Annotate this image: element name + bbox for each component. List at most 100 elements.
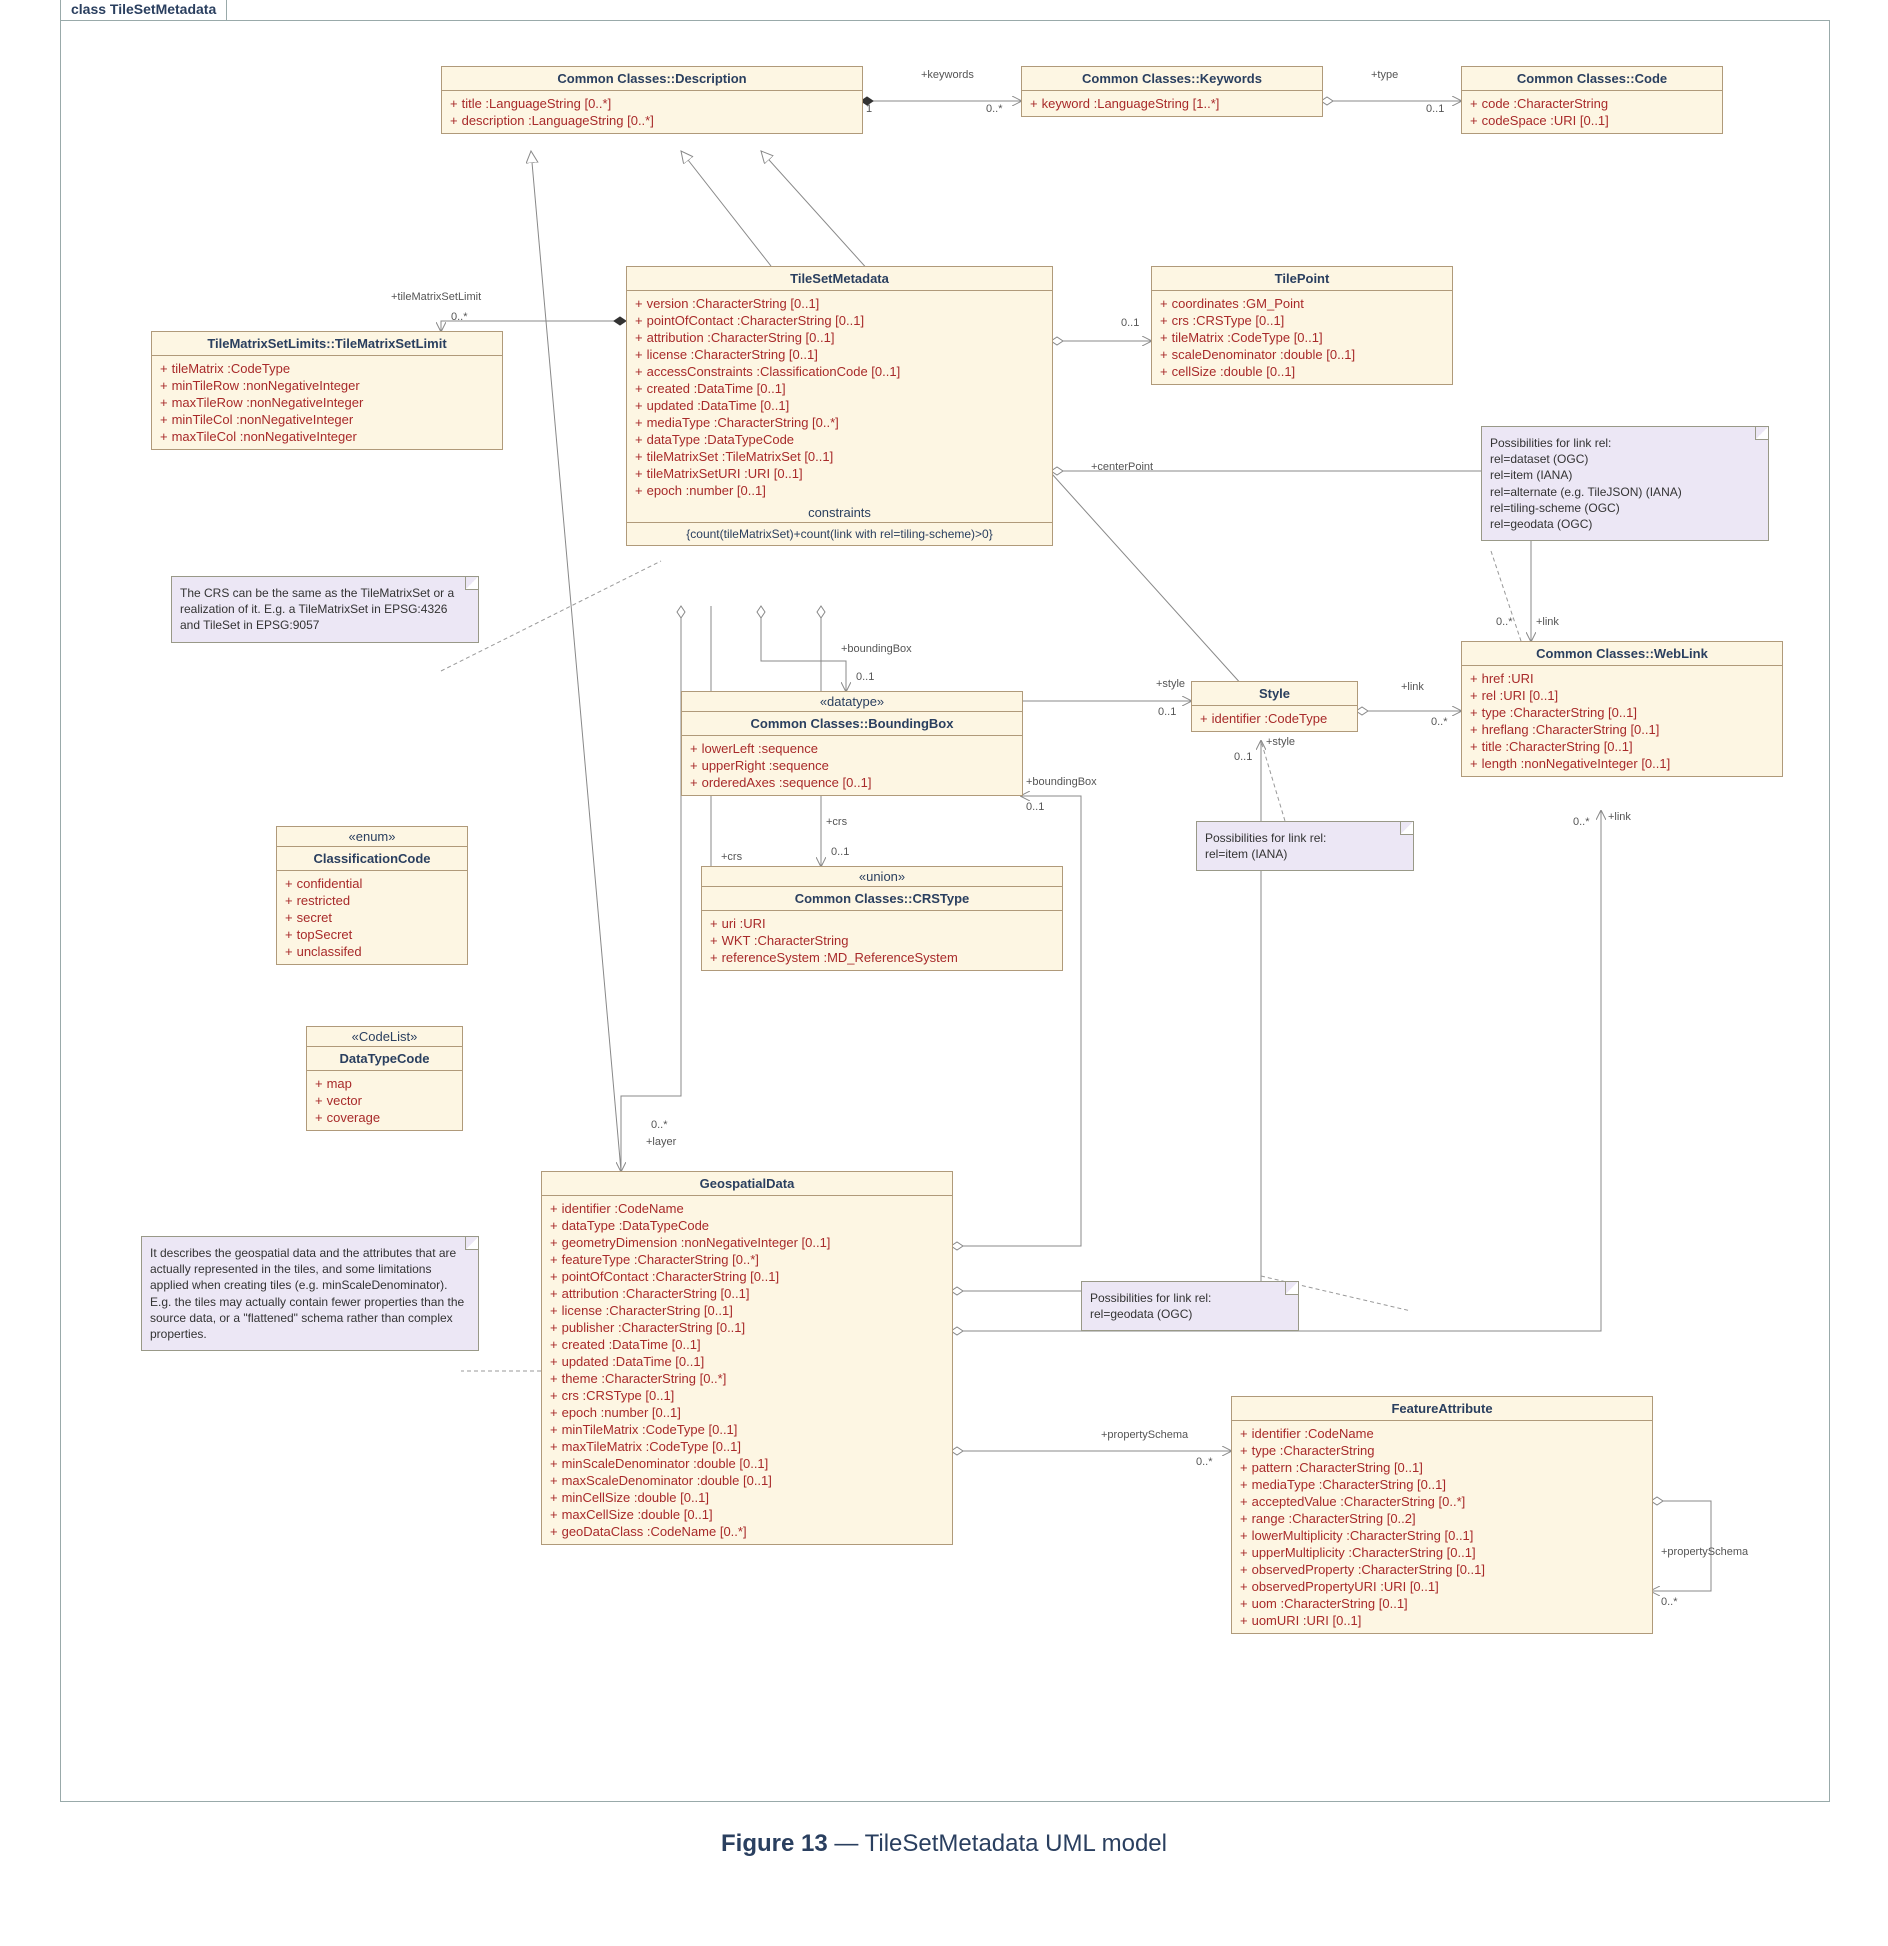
class-tilepoint: TilePoint +coordinates :GM_Point+crs :CR… bbox=[1151, 266, 1453, 385]
class-featureattribute: FeatureAttribute +identifier :CodeName+t… bbox=[1231, 1396, 1653, 1634]
class-attribute: +confidential bbox=[285, 875, 459, 892]
class-attribute: +hreflang :CharacterString [0..1] bbox=[1470, 721, 1774, 738]
class-attribute: +orderedAxes :sequence [0..1] bbox=[690, 774, 1014, 791]
class-attribute: +attribution :CharacterString [0..1] bbox=[550, 1285, 944, 1302]
label-centerpoint: +centerPoint bbox=[1091, 461, 1153, 473]
constraints-label: constraints bbox=[627, 503, 1052, 523]
mult-0s: 0..* bbox=[986, 103, 1003, 115]
class-attribute: +dataType :DataTypeCode bbox=[550, 1217, 944, 1234]
class-attribute: +minCellSize :double [0..1] bbox=[550, 1489, 944, 1506]
class-attribute: +featureType :CharacterString [0..*] bbox=[550, 1251, 944, 1268]
class-attribute: +uri :URI bbox=[710, 915, 1054, 932]
class-attribute: +type :CharacterString [0..1] bbox=[1470, 704, 1774, 721]
class-attribute: +code :CharacterString bbox=[1470, 95, 1714, 112]
class-attribute: +tileMatrix :CodeType bbox=[160, 360, 494, 377]
class-attribute: +unclassifed bbox=[285, 943, 459, 960]
mult-tmsl: 0..* bbox=[451, 311, 468, 323]
diagram-frame: class TileSetMetadata bbox=[60, 20, 1830, 1802]
class-attribute: +rel :URI [0..1] bbox=[1470, 687, 1774, 704]
note-link-rel: Possibilities for link rel: rel=dataset … bbox=[1481, 426, 1769, 541]
class-attribute: +license :CharacterString [0..1] bbox=[550, 1302, 944, 1319]
class-attribute: +length :nonNegativeInteger [0..1] bbox=[1470, 755, 1774, 772]
mult-crs2: 0..1 bbox=[831, 846, 849, 858]
class-attribute: +crs :CRSType [0..1] bbox=[550, 1387, 944, 1404]
caption-text: TileSetMetadata UML model bbox=[865, 1830, 1167, 1857]
mult-bbox: 0..1 bbox=[856, 671, 874, 683]
class-attribute: +lowerLeft :sequence bbox=[690, 740, 1014, 757]
class-attribute: +identifier :CodeName bbox=[1240, 1425, 1644, 1442]
class-attribute: +keyword :LanguageString [1..*] bbox=[1030, 95, 1314, 112]
class-attribute: +coordinates :GM_Point bbox=[1160, 295, 1444, 312]
mult-style: 0..1 bbox=[1158, 706, 1176, 718]
mult-layer: 0..* bbox=[651, 1119, 668, 1131]
class-attribute: +pointOfContact :CharacterString [0..1] bbox=[635, 312, 1044, 329]
class-attribute: +uomURI :URI [0..1] bbox=[1240, 1612, 1644, 1629]
mult-geo-bbox: 0..1 bbox=[1026, 801, 1044, 813]
mult-tp: 0..1 bbox=[1121, 317, 1139, 329]
note-crs: The CRS can be the same as the TileMatri… bbox=[171, 576, 479, 643]
label-geo-bbox: +boundingBox bbox=[1026, 776, 1097, 788]
class-attribute: +codeSpace :URI [0..1] bbox=[1470, 112, 1714, 129]
class-attribute: +referenceSystem :MD_ReferenceSystem bbox=[710, 949, 1054, 966]
class-attribute: +maxTileMatrix :CodeType [0..1] bbox=[550, 1438, 944, 1455]
class-crstype: «union» Common Classes::CRSType +uri :UR… bbox=[701, 866, 1063, 971]
mult-link1: 0..* bbox=[1496, 616, 1513, 628]
label-crs2: +crs bbox=[826, 816, 847, 828]
label-type: +type bbox=[1371, 69, 1398, 81]
class-keywords: Common Classes::Keywords +keyword :Langu… bbox=[1021, 66, 1323, 117]
class-attribute: +tileMatrixSetURI :URI [0..1] bbox=[635, 465, 1044, 482]
class-attribute: +lowerMultiplicity :CharacterString [0..… bbox=[1240, 1527, 1644, 1544]
class-attribute: +mediaType :CharacterString [0..*] bbox=[635, 414, 1044, 431]
class-attribute: +title :CharacterString [0..1] bbox=[1470, 738, 1774, 755]
label-link1: +link bbox=[1536, 616, 1559, 628]
class-attribute: +created :DataTime [0..1] bbox=[635, 380, 1044, 397]
mult-geo-link: 0..* bbox=[1573, 816, 1590, 828]
note-geodata: It describes the geospatial data and the… bbox=[141, 1236, 479, 1351]
label-tmsl: +tileMatrixSetLimit bbox=[391, 291, 481, 303]
class-attribute: +pattern :CharacterString [0..1] bbox=[1240, 1459, 1644, 1476]
class-attribute: +maxScaleDenominator :double [0..1] bbox=[550, 1472, 944, 1489]
class-attribute: +upperMultiplicity :CharacterString [0..… bbox=[1240, 1544, 1644, 1561]
caption-sep: — bbox=[828, 1830, 865, 1857]
mult-0-1: 0..1 bbox=[1426, 103, 1444, 115]
class-classificationcode: «enum» ClassificationCode +confidential+… bbox=[276, 826, 468, 965]
class-attribute: +type :CharacterString bbox=[1240, 1442, 1644, 1459]
note-style-rel: Possibilities for link rel: rel=item (IA… bbox=[1196, 821, 1414, 871]
class-attribute: +tileMatrixSet :TileMatrixSet [0..1] bbox=[635, 448, 1044, 465]
label-bbox: +boundingBox bbox=[841, 643, 912, 655]
class-attribute: +href :URI bbox=[1470, 670, 1774, 687]
class-attribute: +upperRight :sequence bbox=[690, 757, 1014, 774]
class-attribute: +dataType :DataTypeCode bbox=[635, 431, 1044, 448]
class-attribute: +coverage bbox=[315, 1109, 454, 1126]
class-attribute: +geoDataClass :CodeName [0..*] bbox=[550, 1523, 944, 1540]
class-code: Common Classes::Code +code :CharacterStr… bbox=[1461, 66, 1723, 134]
class-attribute: +created :DataTime [0..1] bbox=[550, 1336, 944, 1353]
class-attribute: +secret bbox=[285, 909, 459, 926]
class-attribute: +title :LanguageString [0..*] bbox=[450, 95, 854, 112]
class-attribute: +geometryDimension :nonNegativeInteger [… bbox=[550, 1234, 944, 1251]
class-attribute: +map bbox=[315, 1075, 454, 1092]
label-style: +style bbox=[1156, 678, 1185, 690]
caption-prefix: Figure 13 bbox=[721, 1830, 828, 1857]
class-attribute: +minTileRow :nonNegativeInteger bbox=[160, 377, 494, 394]
class-attribute: +description :LanguageString [0..*] bbox=[450, 112, 854, 129]
class-attribute: +crs :CRSType [0..1] bbox=[1160, 312, 1444, 329]
class-attribute: +publisher :CharacterString [0..1] bbox=[550, 1319, 944, 1336]
class-attribute: +observedPropertyURI :URI [0..1] bbox=[1240, 1578, 1644, 1595]
class-boundingbox: «datatype» Common Classes::BoundingBox +… bbox=[681, 691, 1023, 796]
class-datatypecode: «CodeList» DataTypeCode +map+vector+cove… bbox=[306, 1026, 463, 1131]
class-attribute: +updated :DataTime [0..1] bbox=[635, 397, 1044, 414]
class-attribute: +vector bbox=[315, 1092, 454, 1109]
label-link-style: +link bbox=[1401, 681, 1424, 693]
class-attribute: +maxTileRow :nonNegativeInteger bbox=[160, 394, 494, 411]
class-attribute: +pointOfContact :CharacterString [0..1] bbox=[550, 1268, 944, 1285]
class-attribute: +cellSize :double [0..1] bbox=[1160, 363, 1444, 380]
mult-propschema2: 0..* bbox=[1661, 1596, 1678, 1608]
figure-caption: Figure 13 — TileSetMetadata UML model bbox=[0, 1830, 1888, 1858]
label-geo-style: +style bbox=[1266, 736, 1295, 748]
label-geo-link: +link bbox=[1608, 811, 1631, 823]
class-attribute: +range :CharacterString [0..2] bbox=[1240, 1510, 1644, 1527]
class-attribute: +identifier :CodeType bbox=[1200, 710, 1349, 727]
class-attribute: +mediaType :CharacterString [0..1] bbox=[1240, 1476, 1644, 1493]
class-description: Common Classes::Description +title :Lang… bbox=[441, 66, 863, 134]
